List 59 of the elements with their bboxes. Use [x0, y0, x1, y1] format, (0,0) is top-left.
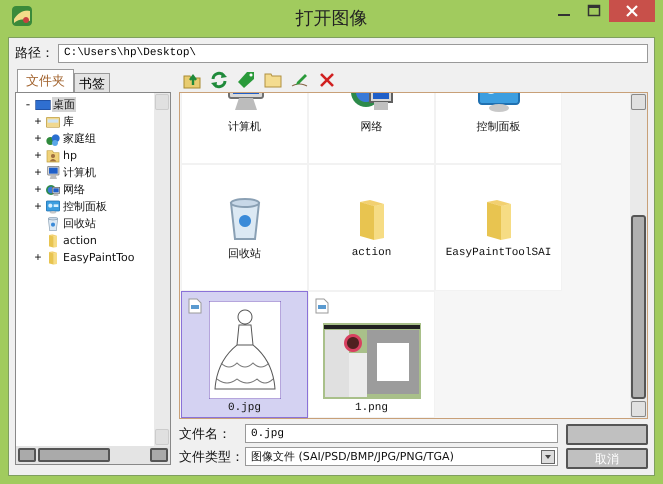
tab[interactable]: 书签: [74, 73, 110, 92]
expander[interactable]: +: [32, 148, 44, 162]
file-item[interactable]: 1.png: [308, 291, 435, 418]
app-icon: [11, 4, 33, 26]
file-item[interactable]: action: [308, 164, 435, 291]
file-item[interactable]: EasyPaintToolSAI: [435, 164, 562, 291]
file-name-label: 文件名：: [179, 426, 232, 442]
close-icon: [625, 4, 639, 18]
expander[interactable]: +: [32, 114, 44, 128]
file-name: 计算机: [228, 120, 261, 134]
file-item[interactable]: 网络: [308, 93, 435, 164]
tree-item[interactable]: 回收站: [62, 216, 97, 231]
minimize-icon: [558, 14, 570, 16]
tab[interactable]: 文件夹: [17, 69, 74, 92]
file-type-dropdown[interactable]: 图像文件 (SAI/PSD/BMP/JPG/PNG/TGA): [245, 447, 558, 466]
maximize-icon: [587, 4, 601, 18]
expander[interactable]: +: [32, 132, 44, 146]
path-field[interactable]: C:\Users\hp\Desktop\: [58, 44, 648, 62]
expander[interactable]: +: [32, 182, 44, 196]
file-name: 网络: [360, 120, 382, 134]
window-title: 打开图像: [296, 7, 368, 30]
file-name: 0.jpg: [228, 402, 261, 414]
expander[interactable]: +: [32, 250, 44, 264]
file-item[interactable]: 控制面板: [435, 93, 562, 164]
file-name-field[interactable]: 0.jpg: [245, 424, 558, 443]
file-item[interactable]: 计算机: [181, 93, 308, 164]
tree-item[interactable]: 网络: [62, 182, 86, 197]
expander[interactable]: +: [32, 200, 44, 214]
expander[interactable]: -: [22, 98, 34, 112]
tag-icon[interactable]: [235, 69, 257, 91]
image-file-icon: [188, 298, 202, 314]
file-type-label: 文件类型：: [179, 448, 245, 466]
tree-item[interactable]: 计算机: [62, 165, 97, 180]
expander[interactable]: +: [32, 166, 44, 180]
file-item[interactable]: 0.jpg: [181, 291, 308, 418]
computer-icon: [45, 164, 61, 180]
path-label: 路径：: [15, 45, 54, 62]
tree-item[interactable]: EasyPaintToo: [62, 251, 136, 264]
tree-item[interactable]: action: [62, 234, 98, 247]
tree-item[interactable]: 控制面板: [62, 199, 108, 214]
horizontal-scrollbar[interactable]: [16, 446, 170, 464]
control-panel-icon: [45, 198, 61, 214]
file-item[interactable]: 回收站: [181, 164, 308, 291]
tree-item[interactable]: 桌面: [52, 97, 76, 112]
image-file-icon: [315, 298, 329, 314]
file-name: 控制面板: [476, 120, 520, 134]
file-name: 回收站: [228, 247, 261, 260]
close-button[interactable]: [609, 0, 655, 22]
scrollbar[interactable]: [154, 93, 170, 446]
tree-item[interactable]: hp: [62, 149, 78, 162]
dialog-button[interactable]: [566, 424, 648, 445]
tree-item[interactable]: 家庭组: [62, 131, 97, 146]
file-name: action: [352, 247, 392, 259]
file-name: EasyPaintToolSAI: [446, 247, 552, 259]
user-folder-icon: [45, 148, 61, 164]
tree-item[interactable]: 库: [62, 114, 75, 129]
scrollbar[interactable]: [630, 93, 647, 418]
file-name: 1.png: [354, 402, 388, 414]
trash-can-icon: [45, 216, 61, 232]
